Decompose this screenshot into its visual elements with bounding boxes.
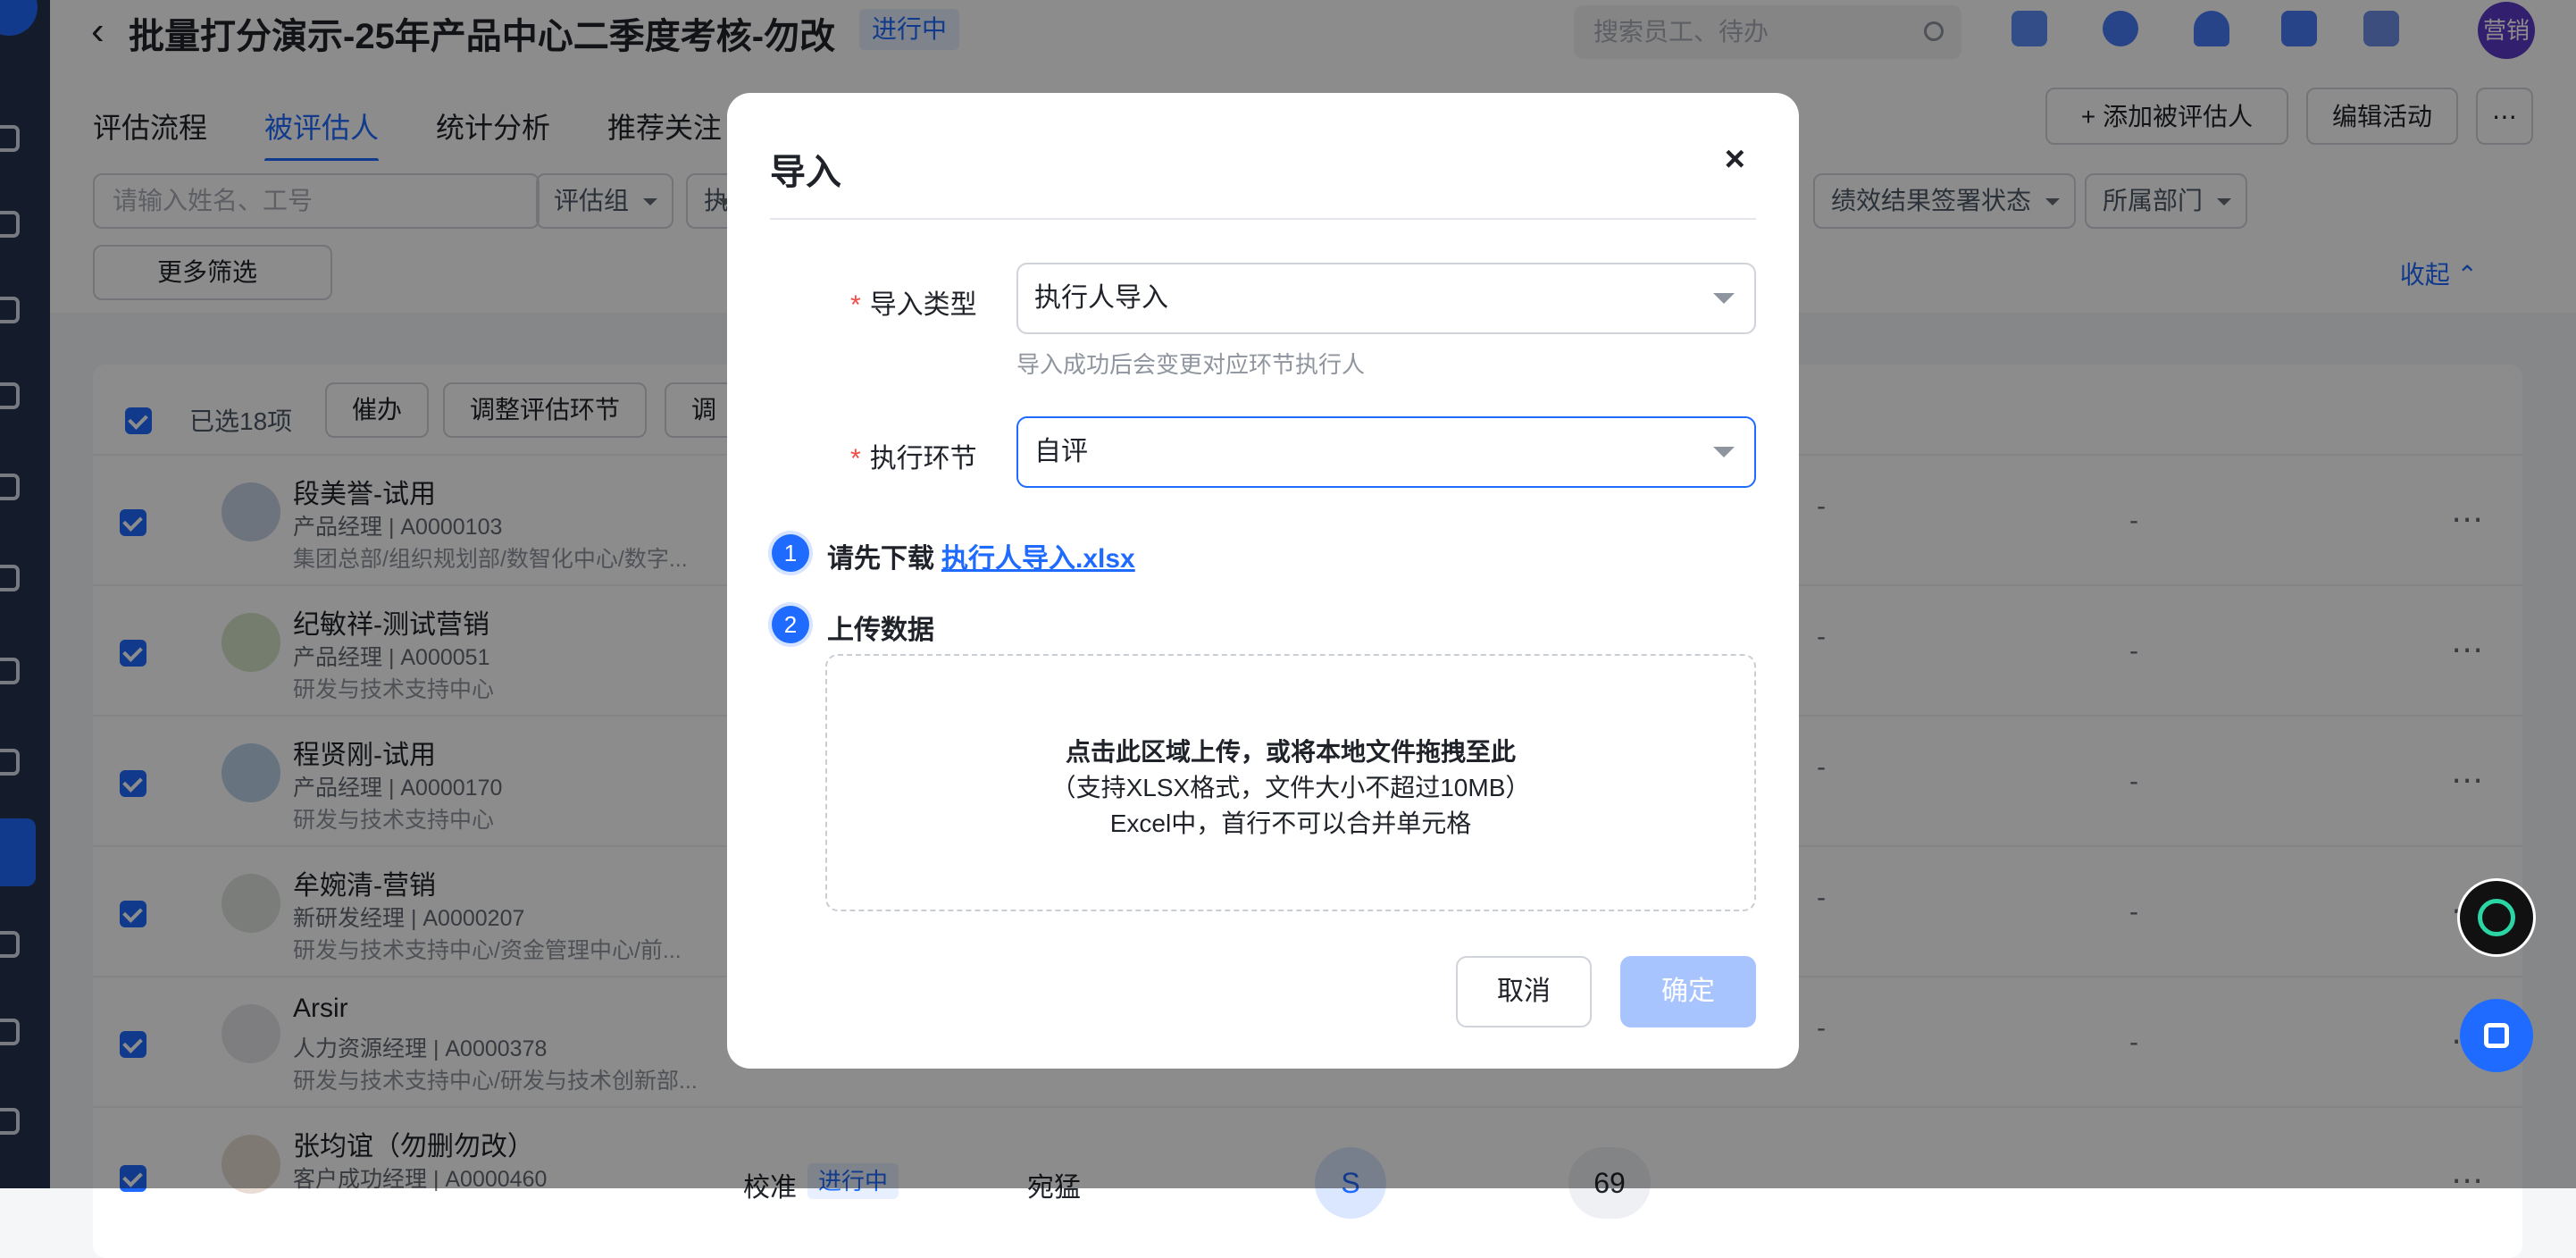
confirm-button[interactable]: 确定 <box>1620 956 1756 1027</box>
stage-label: * 执行环节 <box>850 436 977 475</box>
dialog-title: 导入 <box>770 153 841 192</box>
required-mark: * <box>850 290 861 320</box>
divider <box>770 218 1756 220</box>
ai-sparkle-icon <box>2478 899 2515 936</box>
required-mark: * <box>850 444 861 474</box>
stage-label-text: 执行环节 <box>869 444 977 474</box>
ai-assistant-button[interactable] <box>2460 881 2533 954</box>
step-two-badge: 2 <box>772 606 809 643</box>
close-icon[interactable]: × <box>1725 139 1745 180</box>
upload-dropzone[interactable]: 点击此区域上传，或将本地文件拖拽至此 （支持XLSX格式，文件大小不超过10MB… <box>825 654 1756 911</box>
cancel-button[interactable]: 取消 <box>1456 956 1592 1027</box>
stage-value: 自评 <box>1034 437 1088 466</box>
chat-support-button[interactable] <box>2460 999 2533 1072</box>
import-type-select[interactable]: 执行人导入 <box>1016 263 1756 334</box>
import-type-value: 执行人导入 <box>1034 283 1168 313</box>
dropzone-format-note: （支持XLSX格式，文件大小不超过10MB） <box>1050 774 1531 801</box>
step-one-badge: 1 <box>772 534 809 572</box>
import-type-label: * 导入类型 <box>850 282 977 322</box>
chevron-down-icon <box>1713 293 1735 304</box>
chevron-down-icon <box>1713 447 1735 457</box>
import-type-label-text: 导入类型 <box>869 290 977 320</box>
dropzone-merge-note: Excel中，首行不可以合并单元格 <box>1109 809 1472 837</box>
step-one-text: 请先下载 <box>827 544 934 574</box>
import-type-hint: 导入成功后会变更对应环节执行人 <box>1016 351 1366 378</box>
chat-icon <box>2484 1023 2509 1048</box>
stage-select[interactable]: 自评 <box>1016 416 1756 488</box>
step-two-text: 上传数据 <box>827 616 934 645</box>
dropzone-instruction: 点击此区域上传，或将本地文件拖拽至此 <box>1065 738 1516 766</box>
template-download-link[interactable]: 执行人导入.xlsx <box>941 536 1135 575</box>
import-dialog: 导入 × * 导入类型 执行人导入 导入成功后会变更对应环节执行人 * 执行环节 自… <box>727 93 1799 1069</box>
